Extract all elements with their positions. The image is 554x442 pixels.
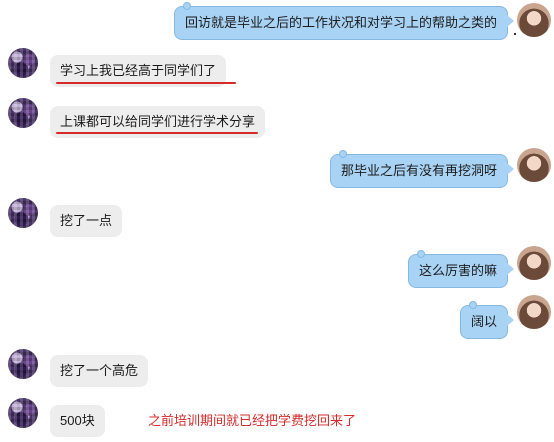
- message-bubble-self: 那毕业之后有没有再挖洞呀: [329, 150, 515, 188]
- self-avatar[interactable]: [517, 3, 551, 37]
- highlight-underline: [56, 82, 236, 84]
- message-text: 挖了一个高危: [60, 363, 139, 378]
- message-text: 阔以: [470, 314, 497, 329]
- message-text: 上课都可以给同学们进行学术分享: [60, 114, 256, 129]
- highlight-underline: [56, 132, 258, 134]
- message-text: 那毕业之后有没有再挖洞呀: [340, 163, 497, 178]
- message-bubble-other: 500块: [50, 405, 105, 437]
- message-text: 这么厉害的嘛: [418, 263, 497, 278]
- chat-window: 回访就是毕业之后的工作状况和对学习上的帮助之类的 学习上我已经高于同学们了 上课…: [0, 0, 554, 442]
- self-avatar[interactable]: [517, 295, 551, 329]
- self-avatar[interactable]: [517, 246, 551, 280]
- contact-avatar[interactable]: [8, 48, 38, 78]
- message-bubble-self: 这么厉害的嘛: [407, 250, 515, 288]
- annotation-text: 之前培训期间就已经把学费挖回来了: [148, 413, 357, 428]
- status-dot: [514, 33, 516, 35]
- message-bubble-other: 挖了一个高危: [50, 355, 149, 387]
- message-bubble-self: 阔以: [459, 301, 515, 339]
- message-text: 回访就是毕业之后的工作状况和对学习上的帮助之类的: [184, 15, 497, 30]
- contact-avatar[interactable]: [8, 98, 38, 128]
- contact-avatar[interactable]: [8, 198, 38, 228]
- message-text: 学习上我已经高于同学们了: [60, 63, 217, 78]
- message-bubble-self: 回访就是毕业之后的工作状况和对学习上的帮助之类的: [173, 2, 515, 40]
- contact-avatar[interactable]: [8, 349, 38, 379]
- self-avatar[interactable]: [517, 148, 551, 182]
- contact-avatar[interactable]: [8, 398, 38, 428]
- message-text: 500块: [60, 413, 95, 428]
- message-text: 挖了一点: [60, 213, 113, 228]
- message-bubble-other: 挖了一点: [50, 205, 123, 237]
